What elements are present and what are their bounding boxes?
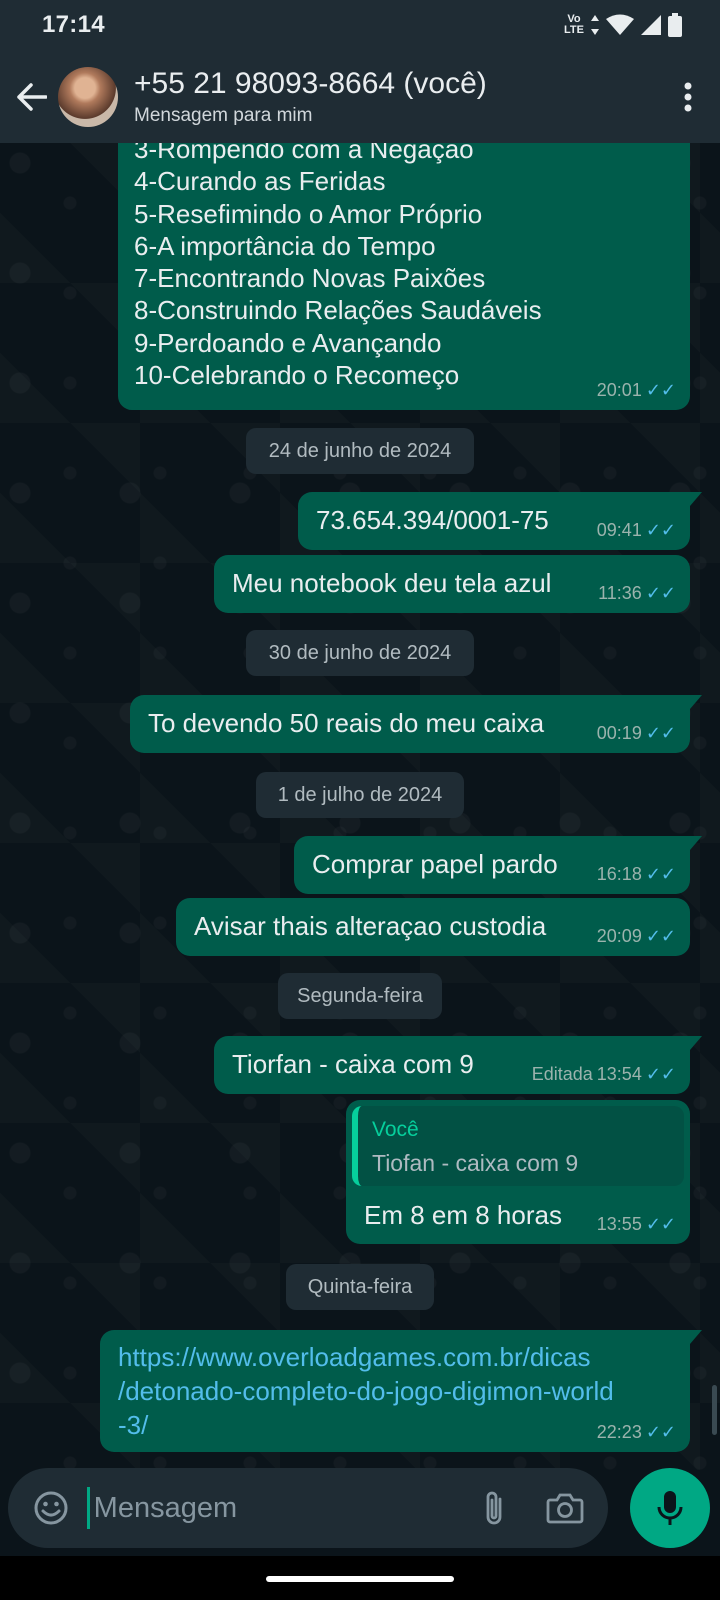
message-list-body: 3-Rompendo com a Negação 4-Curando as Fe… [134,133,542,391]
list-line: 8-Construindo Relações Saudáveis [134,295,542,326]
more-vertical-icon [684,82,692,111]
avatar[interactable] [58,66,118,127]
message-bubble[interactable]: Avisar thais alteraçao custodia 20:09 ✓✓ [176,898,690,956]
message-time: 20:09 [596,926,642,946]
date-label: Quinta-feira [307,1275,413,1298]
attach-button[interactable] [473,1486,516,1530]
emoji-button[interactable] [30,1486,73,1530]
camera-icon [546,1493,584,1524]
message-bubble[interactable]: 73.654.394/0001-75 09:41 ✓✓ [298,492,702,550]
date-label: 1 de julho de 2024 [277,783,443,806]
read-ticks-icon: ✓✓ [645,583,676,603]
more-options-button[interactable] [668,67,708,127]
message-bubble-list[interactable]: 3-Rompendo com a Negação 4-Curando as Fe… [118,120,690,410]
voice-message-button[interactable] [630,1468,710,1548]
message-time: 20:01 [596,380,642,400]
volte-icon: Vo LTE [564,13,584,36]
system-navigation-bar [0,1556,720,1600]
date-label: Segunda-feira [297,984,423,1007]
scrollbar-thumb[interactable] [712,1385,717,1435]
message-text: Comprar papel pardo [312,849,558,879]
read-ticks-icon: ✓✓ [645,520,676,540]
message-time: 13:55 [596,1214,642,1234]
date-label: 30 de junho de 2024 [268,641,452,664]
read-ticks-icon: ✓✓ [645,1422,676,1442]
status-time: 17:14 [42,11,105,38]
date-separator: 30 de junho de 2024 [246,630,474,676]
message-time: 09:41 [596,520,642,540]
read-ticks-icon: ✓✓ [645,380,676,400]
message-meta: 20:01 ✓✓ [597,380,676,401]
list-line: 7-Encontrando Novas Paixões [134,263,486,294]
message-bubble[interactable]: Meu notebook deu tela azul 11:36 ✓✓ [214,555,690,613]
message-meta: 00:19 ✓✓ [597,723,676,744]
list-line: 10-Celebrando o Recomeço [134,360,460,391]
date-separator: Quinta-feira [286,1264,434,1310]
status-icons: Vo LTE [564,13,682,37]
date-label: 24 de junho de 2024 [268,439,452,462]
camera-button[interactable] [543,1486,586,1530]
battery-icon [668,13,682,37]
wifi-icon [606,14,634,35]
list-line: 5-Resefimindo o Amor Próprio [134,198,483,229]
message-text: Avisar thais alteraçao custodia [194,911,547,941]
message-text: Em 8 em 8 horas [364,1200,562,1230]
quoted-message[interactable]: Você Tiofan - caixa com 9 [352,1106,684,1186]
list-line: 6-A importância do Tempo [134,230,436,261]
message-text: Meu notebook deu tela azul [232,568,552,598]
message-bubble-reply[interactable]: Você Tiofan - caixa com 9 Em 8 em 8 hora… [346,1100,690,1244]
message-text: 73.654.394/0001-75 [316,505,549,535]
quote-text: Tiofan - caixa com 9 [372,1150,579,1176]
contact-name: +55 21 98093-8664 (você) [134,66,487,100]
read-ticks-icon: ✓✓ [645,864,676,884]
read-ticks-icon: ✓✓ [645,1214,676,1234]
edited-label: Editada [531,1064,593,1084]
quote-author: Você [372,1118,419,1141]
read-ticks-icon: ✓✓ [645,723,676,743]
status-bar: 17:14 Vo LTE [0,0,720,50]
contact-info[interactable]: +55 21 98093-8664 (você) Mensagem para m… [134,67,668,127]
message-composer [8,1468,608,1548]
message-meta: Editada 13:54 ✓✓ [532,1064,676,1085]
list-line: 4-Curando as Feridas [134,166,386,197]
message-bubble[interactable]: Tiorfan - caixa com 9 Editada 13:54 ✓✓ [214,1036,702,1094]
message-time: 22:23 [596,1422,642,1442]
home-gesture-handle[interactable] [266,1576,454,1582]
message-time: 13:54 [596,1064,642,1084]
message-meta: 13:55 ✓✓ [597,1214,676,1235]
date-separator: Segunda-feira [278,973,442,1019]
contact-subtitle: Mensagem para mim [134,104,313,126]
message-meta: 09:41 ✓✓ [597,520,676,541]
message-time: 16:18 [596,864,642,884]
emoji-icon [34,1491,68,1525]
read-ticks-icon: ✓✓ [645,926,676,946]
message-time: 11:36 [598,583,642,603]
message-meta: 22:23 ✓✓ [597,1422,676,1443]
message-bubble-link[interactable]: https://www.overloadgames.com.br/dicas /… [100,1330,702,1452]
back-button[interactable] [12,77,52,117]
message-bubble[interactable]: To devendo 50 reais do meu caixa 00:19 ✓… [130,695,702,753]
message-meta: 11:36 ✓✓ [598,583,676,604]
data-arrows-icon [591,15,599,35]
message-input[interactable] [86,1487,473,1529]
message-meta: 16:18 ✓✓ [597,864,676,885]
date-separator: 1 de julho de 2024 [256,772,464,818]
message-text: To devendo 50 reais do meu caixa [148,708,545,738]
paperclip-icon [486,1491,502,1525]
link-line[interactable]: -3/ [118,1408,614,1442]
date-separator: 24 de junho de 2024 [246,428,474,474]
message-link[interactable]: https://www.overloadgames.com.br/dicas /… [118,1340,614,1442]
link-line[interactable]: https://www.overloadgames.com.br/dicas [118,1340,614,1374]
message-text: Tiorfan - caixa com 9 [232,1049,474,1079]
message-bubble[interactable]: Comprar papel pardo 16:18 ✓✓ [294,836,702,894]
list-line: 9-Perdoando e Avançando [134,327,442,358]
message-meta: 20:09 ✓✓ [597,926,676,947]
link-line[interactable]: /detonado-completo-do-jogo-digimon-world [118,1374,614,1408]
message-time: 00:19 [596,723,642,743]
microphone-icon [657,1491,683,1525]
arrow-left-icon [17,82,47,111]
read-ticks-icon: ✓✓ [645,1064,676,1084]
chat-header-overlay: +55 21 98093-8664 (você) Mensagem para m… [0,50,720,143]
signal-icon [641,15,661,35]
